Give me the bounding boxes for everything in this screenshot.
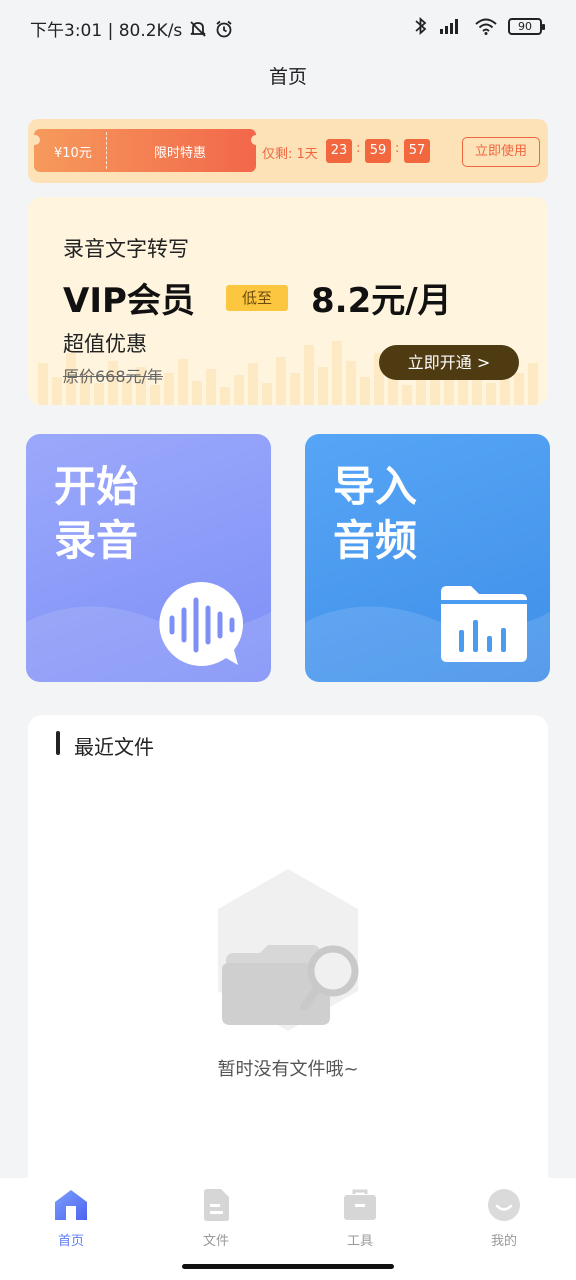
tab-tools[interactable]: 工具 <box>315 1188 405 1249</box>
page-title: 首页 <box>268 66 307 88</box>
import-line-1: 导入 <box>333 462 418 511</box>
vip-deal-text: 超值优惠 <box>63 332 147 356</box>
import-line-2: 音频 <box>333 516 418 565</box>
alarm-icon <box>216 20 232 37</box>
bluetooth-icon <box>415 16 427 36</box>
countdown-hours: 23 <box>326 139 352 163</box>
countdown-colon: : <box>356 141 361 156</box>
battery-indicator: 90 <box>508 17 545 35</box>
tab-files-label: 文件 <box>202 1234 229 1249</box>
coupon-amount: ¥10元 <box>54 146 92 161</box>
import-audio-card[interactable]: 导入 音频 <box>305 434 550 682</box>
vip-title: VIP会员 <box>63 281 195 321</box>
vip-price: 8.2元/月 <box>311 281 452 321</box>
activate-vip-button[interactable]: 立即开通 > <box>379 345 519 380</box>
audio-folder-icon <box>441 586 527 662</box>
countdown-minutes: 59 <box>365 139 391 163</box>
vip-subtitle: 录音文字转写 <box>63 237 189 261</box>
promo-banner[interactable]: ¥10元 限时特惠 仅剩: 1天 23 : 59 : 57 立即使用 <box>28 119 548 183</box>
signal-icon <box>440 19 458 34</box>
recent-files-title: 最近文件 <box>74 735 154 759</box>
coupon-ticket[interactable]: ¥10元 限时特惠 <box>34 129 256 172</box>
home-icon <box>55 1190 87 1220</box>
coupon-tag: 限时特惠 <box>154 146 207 161</box>
vip-card[interactable]: 录音文字转写 VIP会员 低至 8.2元/月 超值优惠 原价668元/年 立即开… <box>28 197 548 405</box>
record-line-1: 开始 <box>54 462 139 511</box>
remaining-label: 仅剩: 1天 <box>262 147 318 162</box>
toolbox-icon <box>344 1189 376 1220</box>
status-left: 下午3:01 | 80.2K/s <box>30 16 234 41</box>
coupon-notch-left <box>30 135 40 145</box>
status-right: 90 <box>414 16 545 36</box>
mute-bell-icon <box>190 20 206 37</box>
empty-folder-search-icon <box>218 869 359 1031</box>
vip-low-badge: 低至 <box>226 285 288 311</box>
empty-state-text: 暂时没有文件哦~ <box>217 1059 359 1080</box>
record-line-2: 录音 <box>54 516 139 565</box>
tab-home[interactable]: 首页 <box>26 1188 116 1249</box>
battery-level: 90 <box>518 19 532 33</box>
use-now-button[interactable]: 立即使用 <box>462 137 540 167</box>
start-recording-card[interactable]: 开始 录音 <box>26 434 271 682</box>
status-bar: 下午3:01 | 80.2K/s 90 <box>0 0 576 56</box>
home-indicator[interactable] <box>182 1264 394 1269</box>
coupon-notch-right <box>251 135 261 145</box>
tab-profile[interactable]: 我的 <box>459 1188 549 1249</box>
profile-icon <box>488 1189 520 1221</box>
start-recording-label: 开始 录音 <box>54 460 138 568</box>
file-icon <box>204 1189 229 1221</box>
tab-home-label: 首页 <box>57 1234 84 1249</box>
countdown-colon: : <box>395 141 400 156</box>
tab-tools-label: 工具 <box>346 1234 373 1249</box>
wifi-icon <box>475 18 497 35</box>
vip-original-price: 原价668元/年 <box>63 367 163 386</box>
voice-bubble-icon <box>159 582 244 666</box>
countdown-seconds: 57 <box>404 139 430 163</box>
import-audio-label: 导入 音频 <box>333 460 417 568</box>
coupon-divider <box>106 132 107 169</box>
tab-files[interactable]: 文件 <box>171 1188 261 1249</box>
tab-profile-label: 我的 <box>490 1234 517 1249</box>
recent-files-panel: 最近文件 暂时没有文件哦~ <box>28 715 548 1195</box>
status-time-speed: 下午3:01 | 80.2K/s <box>30 21 183 41</box>
section-marker <box>56 731 60 755</box>
